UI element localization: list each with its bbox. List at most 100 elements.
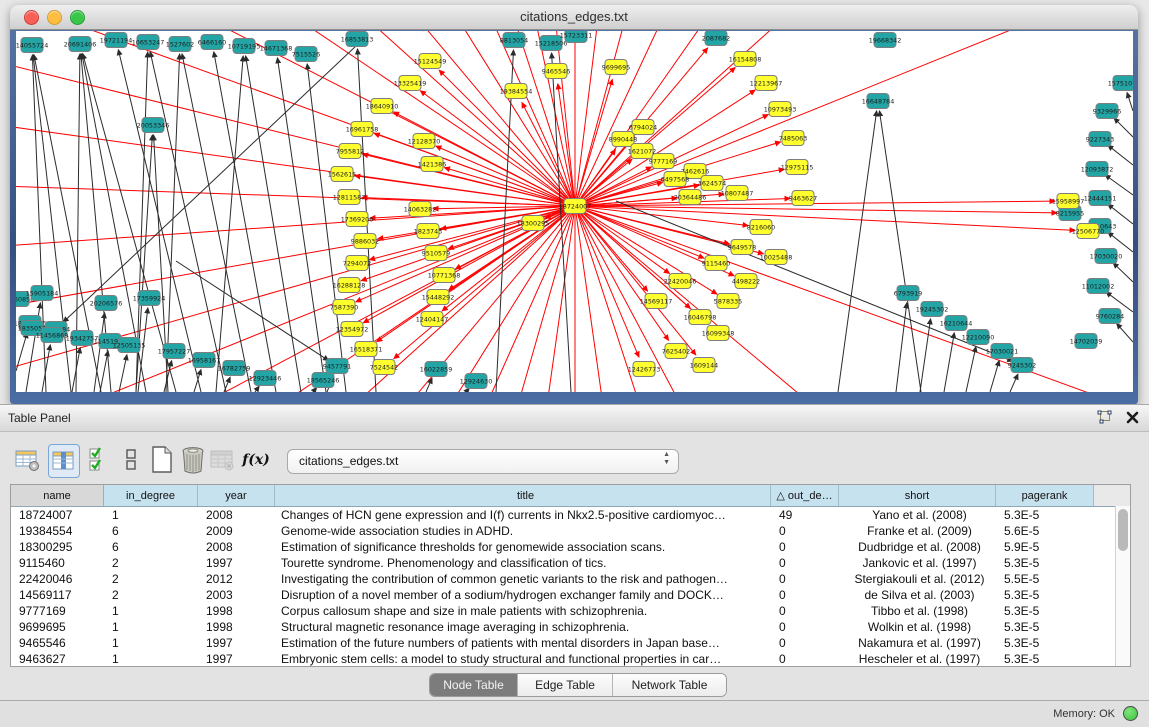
table-cell[interactable]: 0 xyxy=(771,651,839,667)
table-cell[interactable]: 9465546 xyxy=(11,635,104,651)
vertical-scrollbar[interactable] xyxy=(1115,506,1130,666)
graph-node[interactable]: 12923446 xyxy=(249,371,282,386)
combo-stepper-icon[interactable]: ▲▼ xyxy=(663,451,670,467)
table-cell[interactable]: Genome-wide association studies in ADHD. xyxy=(275,523,771,539)
table-cell[interactable]: 5.3E-5 xyxy=(996,555,1094,571)
table-cell[interactable]: 9115460 xyxy=(11,555,104,571)
table-cell[interactable]: 5.6E-5 xyxy=(996,523,1094,539)
float-panel-icon[interactable] xyxy=(1097,410,1112,425)
table-cell[interactable]: 49 xyxy=(771,507,839,523)
graph-node[interactable]: 15124549 xyxy=(414,54,447,69)
graph-node[interactable]: 12811587 xyxy=(333,190,366,205)
table-row[interactable]: 1872400712008Changes of HCN gene express… xyxy=(11,507,1130,523)
table-row[interactable]: 1938455462009Genome-wide association stu… xyxy=(11,523,1130,539)
tab-edge-table[interactable]: Edge Table xyxy=(518,674,613,696)
table-row[interactable]: 977716911998Corpus callosum shape and si… xyxy=(11,603,1130,619)
table-cell[interactable]: 0 xyxy=(771,539,839,555)
table-cell[interactable]: 0 xyxy=(771,635,839,651)
table-cell[interactable]: 1 xyxy=(104,651,198,667)
graph-node[interactable]: 19245302 xyxy=(916,302,949,317)
table-cell[interactable]: 18724007 xyxy=(11,507,104,523)
table-cell[interactable]: Changes of HCN gene expression and I(f) … xyxy=(275,507,771,523)
table-cell[interactable]: 1 xyxy=(104,619,198,635)
tab-node-table[interactable]: Node Table xyxy=(430,674,518,696)
column-chooser-icon[interactable] xyxy=(48,444,80,478)
graph-node[interactable]: 7485063 xyxy=(779,131,807,146)
graph-node[interactable]: 12924630 xyxy=(460,374,493,389)
column-header-0[interactable]: name xyxy=(11,485,104,506)
graph-node[interactable]: 16154808 xyxy=(729,52,762,67)
table-cell[interactable]: 1997 xyxy=(198,555,275,571)
table-cell[interactable]: 2008 xyxy=(198,507,275,523)
graph-node[interactable]: 9329966 xyxy=(1093,104,1121,119)
table-cell[interactable]: Hescheler et al. (1997) xyxy=(839,651,996,667)
graph-node[interactable]: 1562615 xyxy=(328,167,356,182)
select-columns-icon[interactable] xyxy=(84,444,114,476)
column-header-4[interactable]: △ out_de… xyxy=(771,485,839,506)
table-cell[interactable]: 5.3E-5 xyxy=(996,651,1094,667)
graph-node[interactable]: 1421386 xyxy=(418,157,446,172)
row-options-icon[interactable] xyxy=(116,444,146,476)
graph-node[interactable]: 12444151 xyxy=(1084,191,1117,206)
graph-node[interactable]: 1609144 xyxy=(690,358,718,373)
graph-node[interactable]: 5878335 xyxy=(714,294,742,309)
graph-node[interactable]: 16958167 xyxy=(188,353,221,368)
table-cell[interactable]: 5.5E-5 xyxy=(996,571,1094,587)
graph-node[interactable]: 15751074 xyxy=(1108,76,1133,91)
table-cell[interactable]: 5.3E-5 xyxy=(996,587,1094,603)
graph-node[interactable]: 17957227 xyxy=(158,344,191,359)
graph-node[interactable]: 9457791 xyxy=(323,359,351,374)
window-titlebar[interactable]: citations_edges.txt xyxy=(10,5,1138,30)
table-settings-icon[interactable] xyxy=(13,444,43,476)
table-cell[interactable]: 1998 xyxy=(198,619,275,635)
table-cell[interactable]: 0 xyxy=(771,523,839,539)
graph-node[interactable]: 12093872 xyxy=(1081,162,1114,177)
new-document-icon[interactable] xyxy=(147,444,177,476)
graph-node[interactable]: 6466160 xyxy=(198,35,226,50)
table-cell[interactable]: Franke et al. (2009) xyxy=(839,523,996,539)
graph-node[interactable]: 9699695 xyxy=(602,60,630,75)
table-cell[interactable]: 1 xyxy=(104,507,198,523)
graph-node[interactable]: 10807487 xyxy=(721,186,754,201)
network-table-selector[interactable]: citations_edges.txt ▲▼ xyxy=(287,449,679,474)
graph-node[interactable]: 12354972 xyxy=(336,322,369,337)
table-row[interactable]: 911546021997Tourette syndrome. Phenomeno… xyxy=(11,555,1130,571)
graph-node[interactable]: 14055724 xyxy=(16,38,48,53)
graph-node[interactable]: 16210644 xyxy=(940,316,973,331)
graph-node[interactable]: 12426773 xyxy=(628,362,661,377)
close-panel-icon[interactable] xyxy=(1126,411,1139,424)
table-cell[interactable]: 9699695 xyxy=(11,619,104,635)
column-header-5[interactable]: short xyxy=(839,485,996,506)
table-cell[interactable]: Estimation of the future numbers of pati… xyxy=(275,635,771,651)
graph-node[interactable]: 7524542 xyxy=(370,360,398,375)
table-row[interactable]: 1830029562008Estimation of significance … xyxy=(11,539,1130,555)
function-builder-icon[interactable]: f(x) xyxy=(241,444,271,476)
graph-node[interactable]: 2087682 xyxy=(702,31,730,46)
table-cell[interactable]: Yano et al. (2008) xyxy=(839,507,996,523)
graph-node[interactable]: 9649578 xyxy=(728,240,756,255)
graph-node[interactable]: 12975115 xyxy=(781,160,814,175)
graph-node[interactable]: 17369200 xyxy=(341,212,374,227)
table-cell[interactable]: 0 xyxy=(771,587,839,603)
table-cell[interactable]: 18300295 xyxy=(11,539,104,555)
graph-node[interactable]: 10025488 xyxy=(760,250,793,265)
table-cell[interactable]: 1 xyxy=(104,603,198,619)
graph-node[interactable]: 1527602 xyxy=(166,37,194,52)
graph-node[interactable]: 18640910 xyxy=(366,99,399,114)
graph-node[interactable]: 12213967 xyxy=(750,76,783,91)
graph-node[interactable]: 7625402 xyxy=(662,344,690,359)
table-cell[interactable]: Embryonic stem cells: a model to study s… xyxy=(275,651,771,667)
graph-node[interactable]: 16648784 xyxy=(862,94,895,109)
table-cell[interactable]: Tourette syndrome. Phenomenology and cla… xyxy=(275,555,771,571)
table-cell[interactable]: 2009 xyxy=(198,523,275,539)
graph-node[interactable]: 19384554 xyxy=(500,84,533,99)
graph-node[interactable]: 16288128 xyxy=(333,278,366,293)
graph-node[interactable]: 14671368 xyxy=(260,41,293,56)
table-cell[interactable]: 0 xyxy=(771,555,839,571)
graph-node[interactable]: 20206576 xyxy=(90,296,123,311)
graph-node[interactable]: 16046798 xyxy=(684,310,717,325)
table-row[interactable]: 946554611997Estimation of the future num… xyxy=(11,635,1130,651)
graph-node[interactable]: 14702039 xyxy=(1070,334,1103,349)
table-cell[interactable]: 2 xyxy=(104,571,198,587)
network-canvas[interactable]: 1405572420691406197211941065324715276026… xyxy=(16,31,1133,392)
